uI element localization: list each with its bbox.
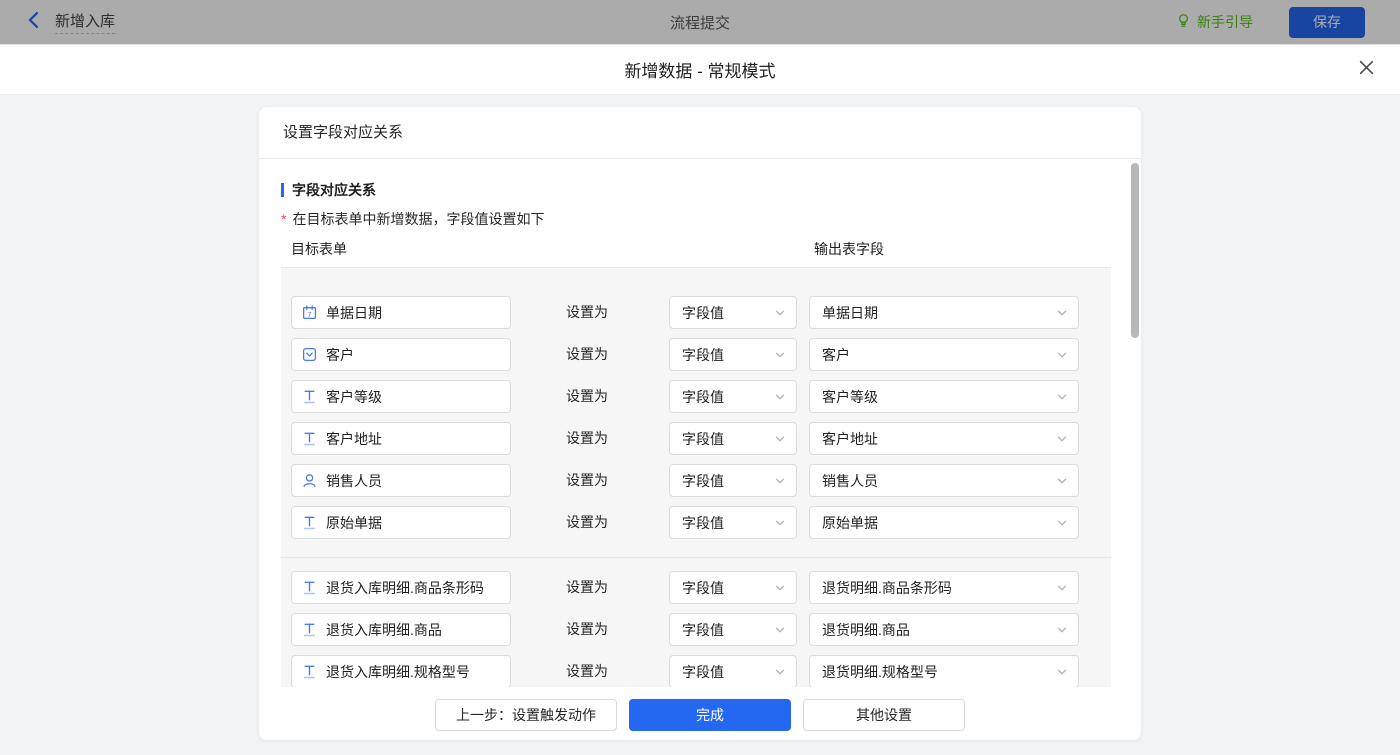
output-field-select[interactable]: 客户 <box>809 338 1079 371</box>
value-mode-select[interactable]: 字段值 <box>669 296 797 329</box>
output-field-select[interactable]: 销售人员 <box>809 464 1079 497</box>
done-button[interactable]: 完成 <box>629 699 791 731</box>
chevron-down-icon <box>1056 391 1068 403</box>
mapping-row: 销售人员 设置为 字段值 销售人员 <box>281 464 1111 497</box>
field-group: 7 单据日期 设置为 字段值 单据日期 客户 设置为 字段值 客户 <box>281 296 1111 539</box>
value-mode-select[interactable]: 字段值 <box>669 464 797 497</box>
mapping-row: 客户 设置为 字段值 客户 <box>281 338 1111 371</box>
value-mode-select[interactable]: 字段值 <box>669 571 797 604</box>
text-icon <box>302 431 317 446</box>
user-icon <box>302 473 317 488</box>
target-field-box[interactable]: 客户地址 <box>291 422 511 455</box>
mapping-rows-area: 7 单据日期 设置为 字段值 单据日期 客户 设置为 字段值 客户 <box>281 267 1111 687</box>
set-as-label: 设置为 <box>566 338 608 371</box>
mapping-row: 退货入库明细.规格型号 设置为 字段值 退货明细.规格型号 <box>281 655 1111 687</box>
mapping-row: 7 单据日期 设置为 字段值 单据日期 <box>281 296 1111 329</box>
modal-footer: 上一步：设置触发动作 完成 其他设置 <box>259 690 1141 740</box>
chevron-down-icon <box>1056 517 1068 529</box>
chevron-down-icon <box>774 307 786 319</box>
lightbulb-icon <box>1176 13 1191 31</box>
value-mode-select[interactable]: 字段值 <box>669 613 797 646</box>
output-field-select[interactable]: 单据日期 <box>809 296 1079 329</box>
text-icon <box>302 515 317 530</box>
output-field-select[interactable]: 退货明细.商品条形码 <box>809 571 1079 604</box>
mapping-row: 客户地址 设置为 字段值 客户地址 <box>281 422 1111 455</box>
newbie-guide-link[interactable]: 新手引导 <box>1176 12 1253 32</box>
value-mode-select[interactable]: 字段值 <box>669 506 797 539</box>
output-field-select[interactable]: 客户地址 <box>809 422 1079 455</box>
value-mode-select[interactable]: 字段值 <box>669 655 797 687</box>
close-icon <box>1358 59 1375 81</box>
set-as-label: 设置为 <box>566 464 608 497</box>
set-as-label: 设置为 <box>566 422 608 455</box>
target-field-box[interactable]: 7 单据日期 <box>291 296 511 329</box>
svg-text:7: 7 <box>307 310 311 319</box>
column-header-target-form: 目标表单 <box>291 239 347 259</box>
date-icon: 7 <box>302 305 317 320</box>
chevron-down-icon <box>774 517 786 529</box>
output-field-select[interactable]: 退货明细.规格型号 <box>809 655 1079 687</box>
field-mapping-card: 设置字段对应关系 字段对应关系 * 在目标表单中新增数据，字段值设置如下 目标表… <box>259 107 1141 740</box>
section-note: * 在目标表单中新增数据，字段值设置如下 <box>281 209 1119 229</box>
mapping-row: 原始单据 设置为 字段值 原始单据 <box>281 506 1111 539</box>
set-as-label: 设置为 <box>566 655 608 687</box>
card-title: 设置字段对应关系 <box>259 107 1141 159</box>
chevron-down-icon <box>1056 582 1068 594</box>
target-field-box[interactable]: 客户等级 <box>291 380 511 413</box>
column-header-output-fields: 输出表字段 <box>814 239 884 259</box>
set-as-label: 设置为 <box>566 571 608 604</box>
text-icon <box>302 389 317 404</box>
prev-step-button[interactable]: 上一步：设置触发动作 <box>435 699 617 731</box>
text-icon <box>302 664 317 679</box>
target-field-box[interactable]: 客户 <box>291 338 511 371</box>
chevron-down-icon <box>774 475 786 487</box>
chevron-down-icon <box>774 666 786 678</box>
chevron-down-icon <box>774 391 786 403</box>
set-as-label: 设置为 <box>566 506 608 539</box>
output-field-select[interactable]: 退货明细.商品 <box>809 613 1079 646</box>
target-field-box[interactable]: 销售人员 <box>291 464 511 497</box>
select-icon <box>302 347 317 362</box>
output-field-select[interactable]: 客户等级 <box>809 380 1079 413</box>
target-field-box[interactable]: 原始单据 <box>291 506 511 539</box>
save-button[interactable]: 保存 <box>1289 7 1365 38</box>
scrollbar[interactable] <box>1131 163 1139 338</box>
target-field-box[interactable]: 退货入库明细.商品条形码 <box>291 571 511 604</box>
chevron-down-icon <box>774 349 786 361</box>
output-field-select[interactable]: 原始单据 <box>809 506 1079 539</box>
add-data-modal: 新增数据 - 常规模式 设置字段对应关系 字段对应关系 * 在目标表单中新增数据… <box>0 45 1400 755</box>
note-text: 在目标表单中新增数据，字段值设置如下 <box>292 209 544 229</box>
close-button[interactable] <box>1358 59 1375 81</box>
section-accent-bar <box>281 183 284 197</box>
mapping-row: 退货入库明细.商品条形码 设置为 字段值 退货明细.商品条形码 <box>281 571 1111 604</box>
chevron-down-icon <box>1056 349 1068 361</box>
value-mode-select[interactable]: 字段值 <box>669 380 797 413</box>
top-bar: 新增入库 流程提交 新手引导 保存 <box>0 0 1400 45</box>
target-field-box[interactable]: 退货入库明细.规格型号 <box>291 655 511 687</box>
chevron-down-icon <box>1056 475 1068 487</box>
mapping-row: 退货入库明细.商品 设置为 字段值 退货明细.商品 <box>281 613 1111 646</box>
value-mode-select[interactable]: 字段值 <box>669 338 797 371</box>
field-group: 退货入库明细.商品条形码 设置为 字段值 退货明细.商品条形码 退货入库明细.商… <box>281 557 1111 687</box>
target-field-box[interactable]: 退货入库明细.商品 <box>291 613 511 646</box>
set-as-label: 设置为 <box>566 380 608 413</box>
text-icon <box>302 580 317 595</box>
chevron-down-icon <box>1056 307 1068 319</box>
set-as-label: 设置为 <box>566 613 608 646</box>
chevron-down-icon <box>1056 433 1068 445</box>
set-as-label: 设置为 <box>566 296 608 329</box>
modal-title: 新增数据 - 常规模式 <box>624 57 775 82</box>
chevron-down-icon <box>774 624 786 636</box>
section-title: 字段对应关系 <box>281 181 1119 199</box>
required-asterisk: * <box>281 211 286 227</box>
newbie-guide-label: 新手引导 <box>1197 12 1253 32</box>
text-icon <box>302 622 317 637</box>
mapping-row: 客户等级 设置为 字段值 客户等级 <box>281 380 1111 413</box>
chevron-down-icon <box>1056 624 1068 636</box>
other-settings-button[interactable]: 其他设置 <box>803 699 965 731</box>
chevron-down-icon <box>1056 666 1068 678</box>
value-mode-select[interactable]: 字段值 <box>669 422 797 455</box>
chevron-down-icon <box>774 433 786 445</box>
chevron-down-icon <box>774 582 786 594</box>
